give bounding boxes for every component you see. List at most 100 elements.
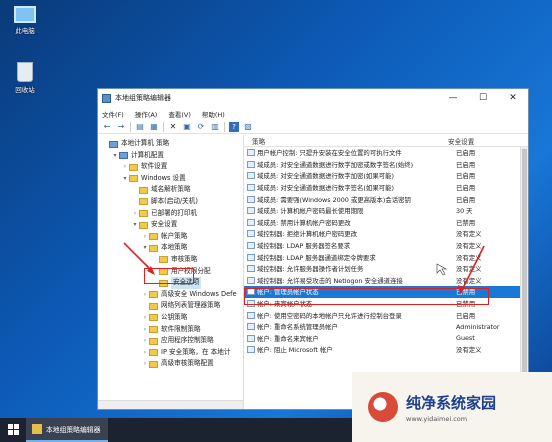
folder-icon (159, 279, 168, 287)
collapse-chevron-icon[interactable]: › (142, 289, 148, 301)
tree-node[interactable]: › 高级安全 Windows Defe (98, 289, 243, 301)
policy-setting-value: Administrator (456, 322, 500, 331)
expand-chevron-icon[interactable]: ▾ (122, 173, 128, 185)
tree-node[interactable]: 审核策略 (98, 254, 243, 266)
expand-chevron-icon[interactable]: ▾ (132, 219, 138, 231)
tree-node-label: 本地计算机 策略 (121, 139, 170, 147)
policy-row[interactable]: 帐户: 重命名来宾帐户 Guest (244, 333, 528, 345)
collapse-chevron-icon[interactable]: › (132, 208, 138, 220)
properties-icon[interactable]: ▣ (182, 122, 192, 132)
collapse-chevron-icon[interactable]: › (142, 231, 148, 243)
folder-icon (159, 268, 168, 276)
tree-node[interactable]: › 公钥策略 (98, 312, 243, 324)
tree-node[interactable]: ▾ Windows 设置 (98, 173, 243, 185)
windows-logo-icon (8, 424, 13, 429)
tree-node[interactable]: › 应用程序控制策略 (98, 335, 243, 347)
column-header-setting[interactable]: 安全设置 (448, 136, 474, 146)
policy-row[interactable]: 帐户: 来宾帐户状态 已禁用 (244, 298, 528, 310)
policy-row[interactable]: 域控制器: LDAP 服务器通道绑定令牌要求 没有定义 (244, 251, 528, 263)
tree-node[interactable]: › IP 安全策略，在 本地计 (98, 347, 243, 359)
taskbar-item-group-policy[interactable]: 本地组策略编辑器 (26, 418, 109, 442)
policy-row[interactable]: 域控制器: 拒绝计算机帐户密码更改 没有定义 (244, 228, 528, 240)
policy-row[interactable]: 域控制器: 允许服务器操作者计划任务 没有定义 (244, 263, 528, 275)
tree-node[interactable]: › 软件限制策略 (98, 324, 243, 336)
tree-node[interactable]: 用户权限分配 (98, 266, 243, 278)
tree-node-label: 域名解析策略 (151, 185, 191, 194)
policy-name: 域成员: 禁用计算机帐户密码更改 (257, 218, 351, 227)
tree-horizontal-scrollbar[interactable] (98, 400, 243, 409)
policy-setting-value: 已启用 (456, 160, 476, 169)
title-bar[interactable]: 本地组策略编辑器 — ☐ ✕ (98, 89, 528, 107)
collapse-chevron-icon[interactable]: › (142, 335, 148, 347)
close-button[interactable]: ✕ (498, 89, 528, 107)
policy-setting-icon (247, 195, 255, 203)
collapse-chevron-icon[interactable]: › (142, 312, 148, 324)
policy-row[interactable]: 域成员: 计算机帐户密码最长使用期限 30 天 (244, 205, 528, 217)
list-vertical-scrollbar[interactable] (520, 147, 528, 409)
tree-node[interactable]: 网络列表管理器策略 (98, 300, 243, 312)
tree-node-label: 已部署的打印机 (151, 208, 198, 217)
collapse-chevron-icon[interactable]: › (142, 358, 148, 370)
policy-row[interactable]: 帐户: 使用空密码的本地帐户只允许进行控制台登录 已启用 (244, 309, 528, 321)
start-button[interactable] (0, 418, 26, 442)
policy-row[interactable]: 帐户: 管理员帐户状态 已禁用 (244, 286, 528, 298)
tree-node[interactable]: 本地计算机 策略 (98, 138, 243, 150)
export-icon[interactable]: ▥ (210, 122, 220, 132)
menu-file[interactable]: 文件(F) (102, 109, 124, 119)
tree-node[interactable]: ▾ 本地策略 (98, 242, 243, 254)
policy-setting-icon (247, 160, 255, 168)
policy-row[interactable]: 域成员: 对安全通道数据进行数字加密或数字签名(始终) 已启用 (244, 159, 528, 171)
tree-node[interactable]: › 帐户策略 (98, 231, 243, 243)
policy-row[interactable]: 帐户: 重命名系统管理员帐户 Administrator (244, 321, 528, 333)
column-header-policy[interactable]: 策略 (244, 136, 448, 146)
tree-node[interactable]: › 高级审核策略配置 (98, 358, 243, 370)
policy-row[interactable]: 用户帐户控制: 只提升安装在安全位置的可执行文件 已启用 (244, 147, 528, 159)
tree-node[interactable]: ▾ 计算机配置 (98, 150, 243, 162)
folder-icon (149, 337, 158, 345)
menu-help[interactable]: 帮助(H) (202, 109, 225, 119)
show-tree-icon[interactable]: ▦ (149, 122, 159, 132)
policy-row[interactable]: 域成员: 需要强(Windows 2000 或更高版本)会话密钥 已启用 (244, 193, 528, 205)
tree-node[interactable]: 安全选项 (98, 277, 243, 289)
tree-node[interactable]: › 软件设置 (98, 161, 243, 173)
help-icon[interactable]: ? (229, 121, 239, 132)
policy-name: 域成员: 计算机帐户密码最长使用期限 (257, 207, 364, 216)
filter-icon[interactable]: ▧ (243, 122, 253, 132)
delete-icon[interactable]: ✕ (168, 122, 178, 132)
policy-name: 帐户: 重命名系统管理员帐户 (257, 323, 338, 332)
scroll-thumb[interactable] (522, 149, 527, 379)
collapse-chevron-icon[interactable]: › (142, 324, 148, 336)
policy-setting-value: 没有定义 (456, 276, 482, 285)
policy-rows: 用户帐户控制: 只提升安装在安全位置的可执行文件 已启用 域成员: 对安全通道数据进… (244, 147, 528, 356)
policy-row[interactable]: 域控制器: LDAP 服务器签名要求 没有定义 (244, 240, 528, 252)
menu-action[interactable]: 操作(A) (135, 109, 158, 119)
tree-node[interactable]: ▾ 安全设置 (98, 219, 243, 231)
forward-arrow-icon[interactable]: → (116, 122, 126, 132)
collapse-chevron-icon[interactable]: › (122, 161, 128, 173)
tree-node[interactable]: 脚本(启动/关机) (98, 196, 243, 208)
folder-up-icon[interactable]: ▤ (135, 122, 145, 132)
windows-logo-icon (14, 424, 19, 429)
recycle-bin-desktop-icon[interactable]: 回收站 (8, 62, 42, 94)
policy-setting-value: 已启用 (456, 184, 476, 193)
this-pc-desktop-icon[interactable]: 此电脑 (8, 6, 42, 35)
folder-icon (129, 163, 138, 171)
refresh-icon[interactable]: ⟳ (196, 122, 206, 132)
policy-setting-value: 已启用 (456, 311, 476, 320)
tree-node-label: IP 安全策略，在 本地计 (161, 347, 231, 356)
policy-row[interactable]: 域成员: 对安全通道数据进行数字签名(如果可能) 已启用 (244, 182, 528, 194)
collapse-chevron-icon[interactable]: › (142, 347, 148, 359)
maximize-button[interactable]: ☐ (468, 89, 498, 107)
policy-row[interactable]: 帐户: 阻止 Microsoft 帐户 没有定义 (244, 344, 528, 356)
expand-chevron-icon[interactable]: ▾ (142, 242, 148, 254)
minimize-button[interactable]: — (438, 89, 468, 107)
expand-chevron-icon[interactable]: ▾ (112, 150, 118, 162)
tree-node[interactable]: 域名解析策略 (98, 184, 243, 196)
back-arrow-icon[interactable]: ← (102, 122, 112, 132)
tree-node[interactable]: › 已部署的打印机 (98, 208, 243, 220)
policy-row[interactable]: 域成员: 禁用计算机帐户密码更改 已禁用 (244, 217, 528, 229)
menu-view[interactable]: 查看(V) (168, 109, 191, 119)
policy-row[interactable]: 域成员: 对安全通道数据进行数字加密(如果可能) 已启用 (244, 170, 528, 182)
policy-row[interactable]: 域控制器: 允许易受攻击的 Netlogon 安全通道连接 没有定义 (244, 275, 528, 287)
policy-setting-value: 没有定义 (456, 253, 482, 262)
